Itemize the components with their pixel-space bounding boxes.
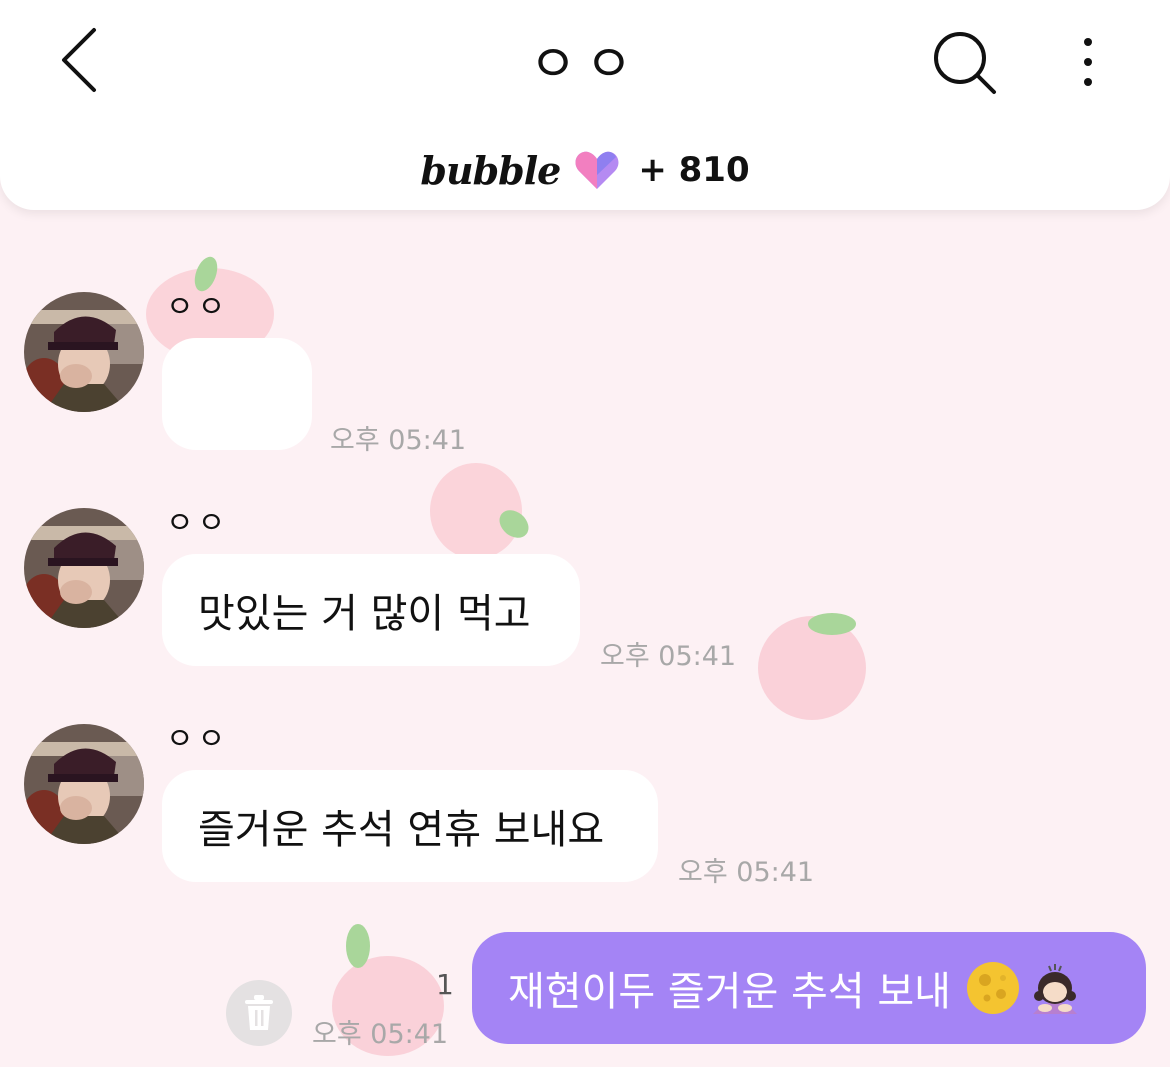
message-bubble[interactable]: 맛있는 거 많이 먹고 bbox=[162, 554, 580, 666]
delete-button[interactable] bbox=[226, 980, 292, 1046]
message-bubble[interactable] bbox=[162, 338, 312, 450]
my-message-text: 재현이두 즐거운 추석 보내 bbox=[508, 969, 951, 1015]
bubble-logo: bubble bbox=[420, 147, 561, 193]
bubble-count: + 810 bbox=[638, 150, 750, 190]
message-time: 오후 05:41 bbox=[600, 641, 737, 672]
message-time: 오후 05:41 bbox=[330, 425, 467, 456]
chat-header: ㅇㅇ bubble + 810 bbox=[0, 0, 1170, 210]
message-bubble[interactable]: 즐거운 추석 연휴 보내요 bbox=[162, 770, 658, 882]
avatar[interactable] bbox=[24, 508, 144, 628]
sender-name: ㅇㅇ bbox=[166, 506, 230, 541]
avatar[interactable] bbox=[24, 724, 144, 844]
person-bowing-emoji bbox=[1032, 964, 1077, 1014]
bubble-bar[interactable]: bubble + 810 bbox=[0, 142, 1170, 198]
peach-sticker bbox=[758, 613, 866, 720]
sender-name: ㅇㅇ bbox=[166, 722, 230, 757]
full-moon-emoji bbox=[966, 962, 1019, 1014]
message-time: 오후 05:41 bbox=[678, 857, 815, 888]
trash-icon bbox=[245, 995, 273, 1030]
avatar[interactable] bbox=[24, 292, 144, 412]
more-vertical-icon[interactable] bbox=[1068, 34, 1108, 90]
my-message-bubble[interactable]: 재현이두 즐거운 추석 보내 bbox=[472, 932, 1146, 1044]
message-time: 오후 05:41 bbox=[312, 1019, 449, 1050]
search-icon[interactable] bbox=[928, 28, 1002, 98]
peach-sticker bbox=[430, 463, 529, 559]
unread-count: 1 bbox=[436, 968, 454, 1001]
sender-name: ㅇㅇ bbox=[166, 290, 230, 325]
heart-icon bbox=[575, 151, 619, 189]
